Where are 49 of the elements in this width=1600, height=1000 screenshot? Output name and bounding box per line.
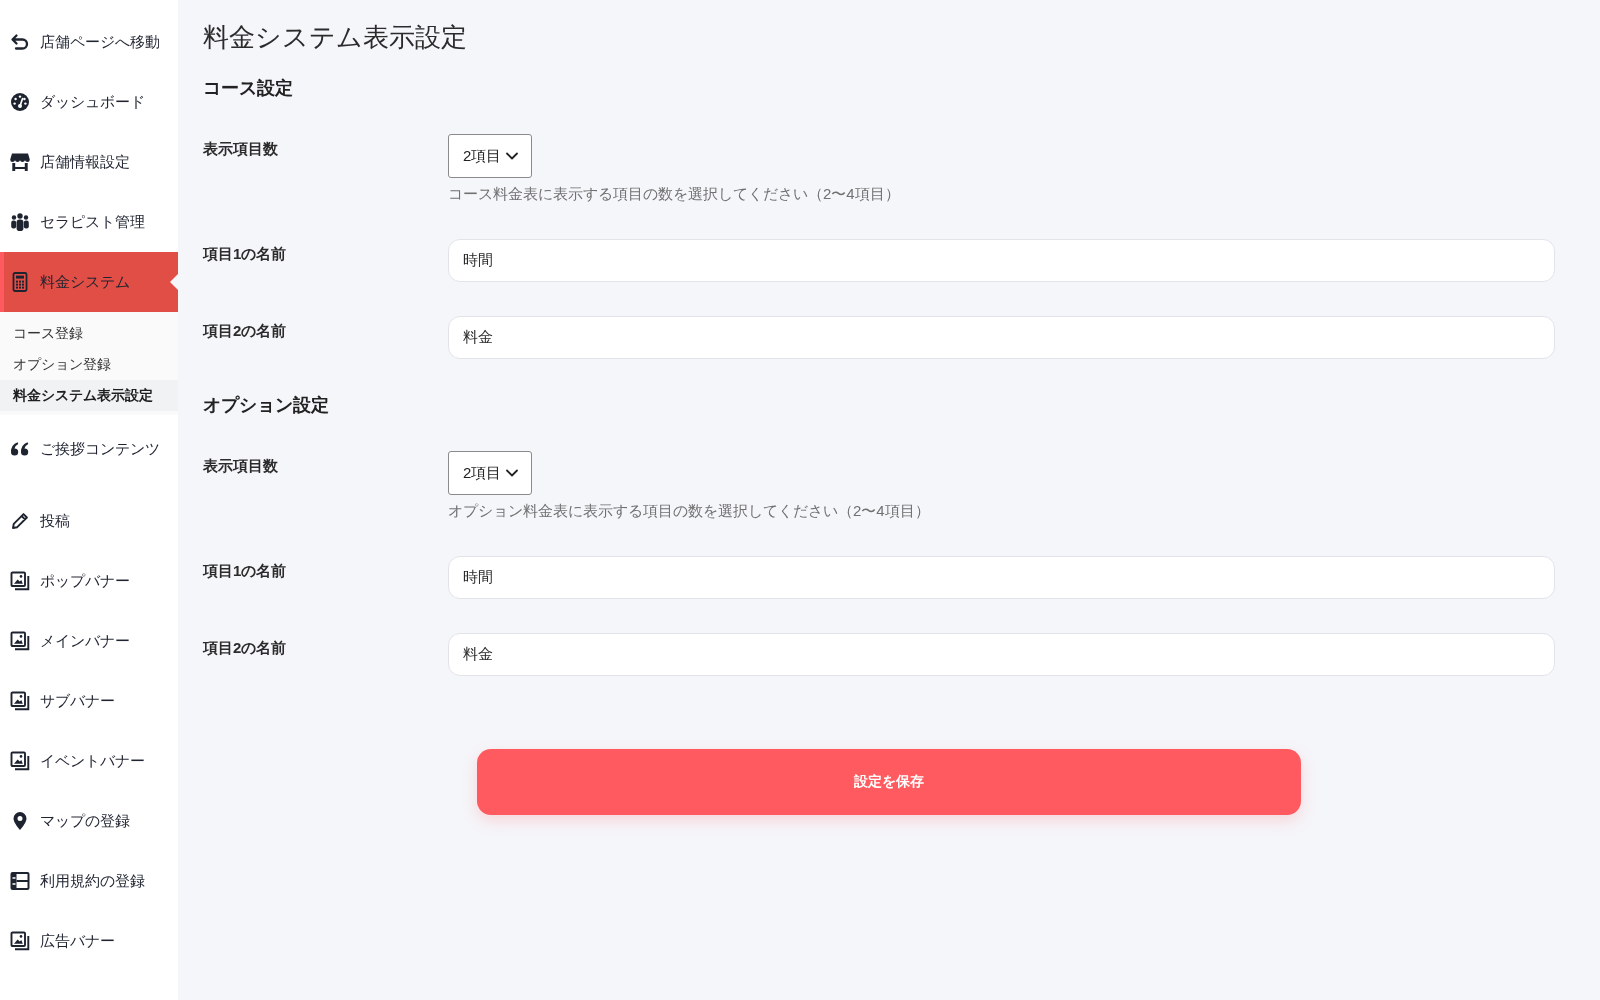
select-dropdown[interactable]: 2項目 xyxy=(448,451,533,495)
field-label: 表示項目数 xyxy=(203,139,279,159)
sidebar-item[interactable]: 広告バナー xyxy=(0,911,178,971)
images-icon xyxy=(10,691,30,711)
sidebar-item[interactable]: ポップバナー xyxy=(0,551,178,611)
people-group-icon xyxy=(10,212,30,232)
table-icon xyxy=(10,871,30,891)
sidebar-item[interactable]: メインバナー xyxy=(0,611,178,671)
text-input[interactable]: 時間 xyxy=(448,239,1555,282)
text-input[interactable]: 時間 xyxy=(448,556,1555,599)
section-heading: コース設定 xyxy=(203,77,294,100)
field-label: 項目1の名前 xyxy=(203,561,288,581)
sidebar-item[interactable]: 店舗ページへ移動 xyxy=(0,12,178,72)
calculator-icon xyxy=(10,272,30,292)
images-icon xyxy=(10,631,30,651)
sidebar-item[interactable]: 料金システム xyxy=(0,252,178,312)
field-hint: コース料金表に表示する項目の数を選択してください（2〜4項目） xyxy=(448,184,900,204)
undo-arrow-icon xyxy=(10,32,30,52)
sidebar-item[interactable]: 利用規約の登録 xyxy=(0,851,178,911)
chevron-down-icon xyxy=(506,469,519,477)
chevron-down-icon xyxy=(506,152,519,160)
submenu-item[interactable]: 料金システム表示設定 xyxy=(0,380,178,411)
sidebar-item[interactable]: イベントバナー xyxy=(0,731,178,791)
gauge-icon xyxy=(10,92,30,112)
text-input[interactable]: 料金 xyxy=(448,316,1555,359)
text-input[interactable]: 料金 xyxy=(448,633,1555,676)
sidebar-item[interactable]: マップの登録 xyxy=(0,791,178,851)
sidebar-item[interactable]: 店舗情報設定 xyxy=(0,132,178,192)
pencil-icon xyxy=(10,511,30,531)
sidebar-item[interactable]: セラピスト管理 xyxy=(0,192,178,252)
sidebar-item[interactable]: サブバナー xyxy=(0,671,178,731)
sidebar-item[interactable]: ご挨拶コンテンツ xyxy=(0,419,178,479)
field-label: 項目1の名前 xyxy=(203,244,288,264)
submenu-item[interactable]: コース登録 xyxy=(0,318,178,349)
section-heading: オプション設定 xyxy=(203,394,330,417)
quote-icon xyxy=(10,439,30,459)
sidebar-item[interactable]: ダッシュボード xyxy=(0,72,178,132)
images-icon xyxy=(10,931,30,951)
submenu-item[interactable]: オプション登録 xyxy=(0,349,178,380)
store-icon xyxy=(10,152,30,172)
field-label: 表示項目数 xyxy=(203,456,279,476)
page-title: 料金システム表示設定 xyxy=(203,21,468,54)
images-icon xyxy=(10,571,30,591)
select-dropdown[interactable]: 2項目 xyxy=(448,134,533,178)
images-icon xyxy=(10,751,30,771)
sidebar-item[interactable]: 投稿 xyxy=(0,491,178,551)
field-label: 項目2の名前 xyxy=(203,638,288,658)
field-hint: オプション料金表に表示する項目の数を選択してください（2〜4項目） xyxy=(448,501,930,521)
field-label: 項目2の名前 xyxy=(203,321,288,341)
